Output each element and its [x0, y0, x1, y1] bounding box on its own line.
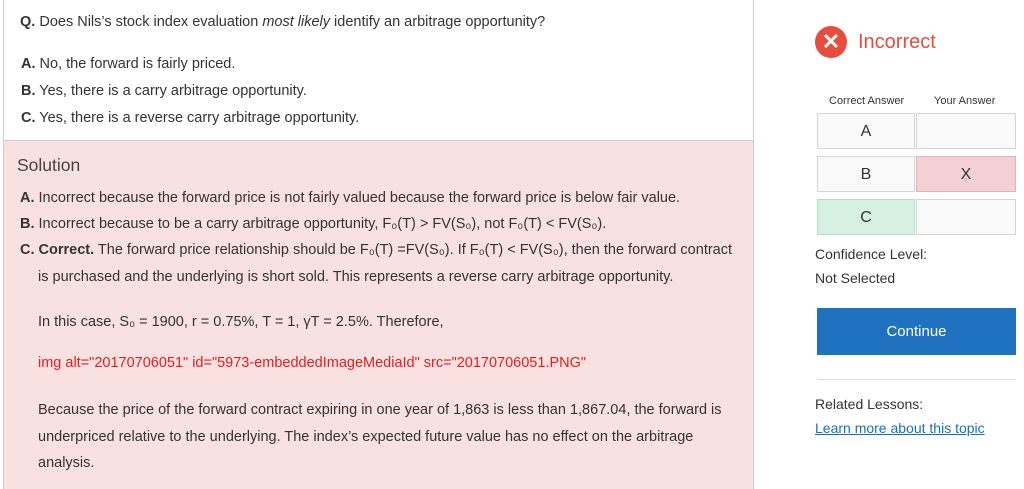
solution-title: Solution — [17, 155, 81, 175]
solution-a-text: Incorrect because the forward price is n… — [38, 190, 681, 206]
embedded-image-placeholder: img alt="20170706051" id="5973-embeddedI… — [38, 355, 587, 371]
confidence-label: Confidence Level: — [815, 246, 928, 262]
solution-c-letter: C. Correct. — [20, 242, 95, 258]
correct-answer-a: A — [817, 113, 915, 149]
solution-c-continued: is purchased and the underlying is short… — [38, 269, 674, 285]
option-a-letter: A. — [21, 56, 36, 72]
left-panel: Q. Does Nils’s stock index evaluation mo… — [0, 0, 754, 489]
question-emphasis: most likely — [262, 14, 331, 30]
solution-case-text: In this case, S₀ = 1900, r = 0.75%, T = … — [38, 314, 444, 330]
solution-because-3: analysis. — [38, 455, 95, 471]
solution-b-letter: B. — [20, 216, 35, 232]
question-text: Q. Does Nils’s stock index evaluation mo… — [20, 14, 545, 30]
option-b[interactable]: B. Yes, there is a carry arbitrage oppor… — [21, 83, 307, 99]
x-circle-icon: ✕ — [815, 26, 847, 58]
question-text-after: identify an arbitrage opportunity? — [330, 14, 546, 30]
option-c-text: Yes, there is a reverse carry arbitrage … — [39, 110, 360, 126]
solution-because-2: underpriced relative to the underlying. … — [38, 429, 694, 445]
option-a[interactable]: A. No, the forward is fairly priced. — [21, 56, 235, 72]
your-answer-b: X — [916, 156, 1016, 192]
correct-answer-header: Correct Answer — [829, 95, 905, 107]
solution-b: B. Incorrect because to be a carry arbit… — [20, 216, 606, 232]
correct-answer-c: C — [817, 199, 915, 235]
continue-button[interactable]: Continue — [817, 308, 1016, 355]
your-answer-c — [916, 199, 1016, 235]
solution-a-letter: A. — [20, 190, 35, 206]
related-lessons-link[interactable]: Learn more about this topic — [815, 420, 985, 436]
solution-panel: Solution A. Incorrect because the forwar… — [3, 141, 754, 489]
solution-c-text: The forward price relationship should be… — [97, 242, 733, 258]
your-answer-header: Your Answer — [934, 95, 996, 107]
option-c-letter: C. — [21, 110, 36, 126]
option-a-text: No, the forward is fairly priced. — [39, 56, 236, 72]
question-box: Q. Does Nils’s stock index evaluation mo… — [3, 0, 754, 141]
question-text-before: Does Nils’s stock index evaluation — [39, 14, 263, 30]
result-status: Incorrect — [858, 31, 936, 53]
question-prefix: Q. — [20, 14, 36, 30]
option-c[interactable]: C. Yes, there is a reverse carry arbitra… — [21, 110, 359, 126]
correct-answer-b: B — [817, 156, 915, 192]
solution-c: C. Correct. The forward price relationsh… — [20, 242, 732, 258]
option-b-letter: B. — [21, 83, 36, 99]
option-b-text: Yes, there is a carry arbitrage opportun… — [39, 83, 307, 99]
your-answer-a — [916, 113, 1016, 149]
divider — [817, 379, 1016, 380]
result-panel: ✕ Incorrect Correct Answer Your Answer A… — [800, 0, 1024, 489]
solution-because-1: Because the price of the forward contrac… — [38, 402, 722, 418]
related-lessons-label: Related Lessons: — [815, 396, 924, 412]
solution-a: A. Incorrect because the forward price i… — [20, 190, 680, 206]
confidence-value: Not Selected — [815, 270, 896, 286]
solution-b-text: Incorrect because to be a carry arbitrag… — [38, 216, 607, 232]
